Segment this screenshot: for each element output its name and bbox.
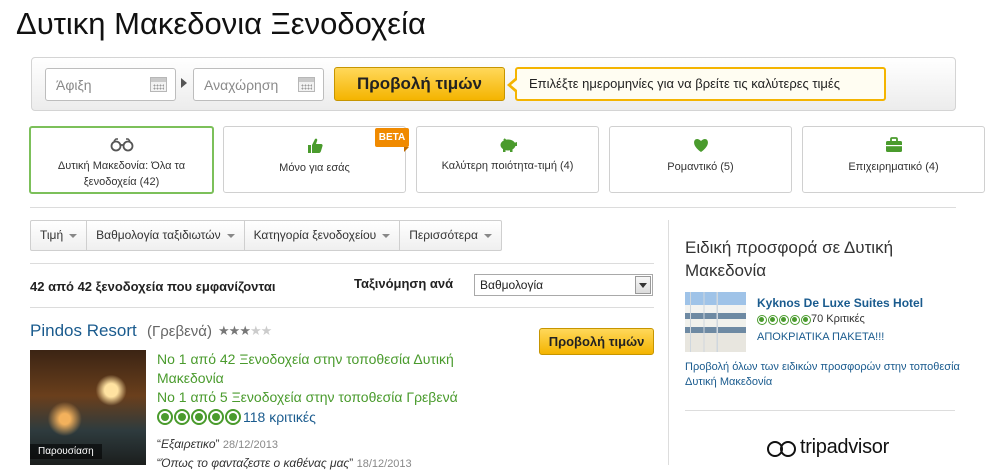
- owl-icon: [767, 439, 796, 457]
- filter-more[interactable]: Περισσότερα: [400, 221, 501, 250]
- tab-label: Επιχειρηματικό (4): [848, 161, 939, 173]
- rating-bubble-icon: [790, 315, 800, 325]
- sort-select[interactable]: Βαθμολογία: [474, 274, 653, 296]
- piggy-bank-icon: [500, 138, 517, 152]
- rating-bubble-icon: [801, 315, 811, 325]
- checkout-input[interactable]: Αναχώρηση: [193, 68, 324, 101]
- tab-label: Ρομαντικό (5): [667, 161, 734, 173]
- rating-bubble-icon: [157, 409, 173, 425]
- tab-romantic[interactable]: Ρομαντικό (5): [609, 126, 792, 193]
- review-date: 28/12/2013: [222, 439, 278, 451]
- sidebar-rating-bubbles: [757, 315, 811, 325]
- star-icon: ★: [249, 323, 262, 338]
- binoculars-icon: [110, 138, 133, 152]
- hotel-name-link[interactable]: Pindos Resort: [30, 321, 137, 341]
- hotel-photo[interactable]: Παρουσίαση: [30, 350, 146, 465]
- sidebar-reviews[interactable]: 70 Κριτικές: [811, 313, 865, 325]
- tab-best-value[interactable]: Καλύτερη ποιότητα-τιμή (4): [416, 126, 599, 193]
- filter-label: Βαθμολογία ταξιδιωτών: [96, 228, 221, 242]
- hotel-location: (Γρεβενά): [147, 323, 212, 340]
- hotel-stars: ★★★★★: [218, 323, 273, 339]
- logo-text: tripadvisor: [800, 436, 889, 458]
- tab-label: Δυτική Μακεδονία: Όλα τα ξενοδοχεία (42): [57, 160, 186, 188]
- divider: [30, 307, 654, 308]
- sidebar-title: Ειδική προσφορά σε Δυτική Μακεδονία: [685, 238, 894, 280]
- briefcase-icon: [885, 137, 902, 152]
- chevron-down-icon: [69, 233, 78, 238]
- rating-bubble-icon: [225, 409, 241, 425]
- hotel-view-prices-button[interactable]: Προβολή τιμών: [539, 328, 654, 355]
- heart-icon: [693, 139, 708, 152]
- chevron-down-icon: [483, 233, 492, 238]
- beta-badge: BETA: [375, 128, 409, 152]
- rating-bubble-icon: [779, 315, 789, 325]
- divider: [30, 207, 956, 208]
- arrow-right-icon: [181, 78, 187, 88]
- review-date: 18/12/2013: [356, 458, 412, 470]
- sort-label: Ταξινόμηση ανά: [354, 276, 454, 291]
- divider: [30, 263, 654, 264]
- sidebar-divider: [668, 220, 669, 465]
- sidebar-hotel-link[interactable]: Kyknos De Luxe Suites Hotel: [757, 296, 923, 310]
- filter-traveler-rating[interactable]: Βαθμολογία ταξιδιωτών: [87, 221, 245, 250]
- checkin-placeholder: Άφιξη: [56, 77, 92, 93]
- filter-price[interactable]: Τιμή: [31, 221, 88, 250]
- chevron-down-icon: [226, 233, 235, 238]
- filter-label: Περισσότερα: [409, 228, 478, 242]
- results-count: 42 από 42 ξενοδοχεία που εμφανίζονται: [30, 279, 276, 294]
- tab-business[interactable]: Επιχειρηματικό (4): [802, 126, 985, 193]
- sidebar-offer-link[interactable]: ΑΠΟΚΡΙΑΤΙΚΑ ΠΑΚΕΤΑ!!!: [757, 331, 884, 343]
- review-snippet[interactable]: “Όπως το φανταζεστε ο καθένας μας” 18/12…: [157, 456, 412, 470]
- star-icon: ★: [218, 323, 230, 338]
- rating-bubble-icon: [191, 409, 207, 425]
- calendar-icon[interactable]: [150, 77, 167, 92]
- tab-label: Μόνο για εσάς: [279, 162, 350, 174]
- rank-line[interactable]: Μακεδονία: [157, 369, 224, 388]
- rank-line[interactable]: Νο 1 από 42 Ξενοδοχεία στην τοποθεσία Δυ…: [157, 350, 454, 369]
- rating-bubbles: [157, 409, 241, 425]
- filter-label: Κατηγορία ξενοδοχείου: [253, 228, 377, 242]
- review-text: Όπως το φανταζεστε ο καθένας μας: [161, 456, 350, 470]
- chevron-down-icon: [382, 233, 391, 238]
- review-count-link[interactable]: 118 κριτικές: [243, 409, 316, 425]
- tripadvisor-logo: tripadvisor: [767, 436, 889, 459]
- filter-bar: Τιμή Βαθμολογία ταξιδιωτών Κατηγορία ξεν…: [30, 220, 502, 251]
- sidebar-all-offers-link[interactable]: Προβολή όλων των ειδικών προσφορών στην …: [685, 360, 985, 390]
- sidebar-hotel-photo[interactable]: [685, 292, 746, 352]
- star-icon: ★: [239, 323, 251, 338]
- divider: [685, 410, 955, 411]
- rating-bubble-icon: [208, 409, 224, 425]
- star-icon: ★: [260, 323, 273, 338]
- rating-bubble-icon: [174, 409, 190, 425]
- view-prices-button[interactable]: Προβολή τιμών: [334, 67, 505, 101]
- thumbs-up-icon: [307, 138, 323, 153]
- review-snippet[interactable]: “Εξαιρετικο” 28/12/2013: [157, 437, 278, 451]
- review-text: Εξαιρετικο: [161, 437, 216, 451]
- calendar-icon[interactable]: [298, 77, 315, 92]
- rating-bubble-icon: [768, 315, 778, 325]
- checkin-input[interactable]: Άφιξη: [45, 68, 176, 101]
- filter-hotel-class[interactable]: Κατηγορία ξενοδοχείου: [245, 221, 401, 250]
- filter-label: Τιμή: [40, 228, 64, 242]
- date-hint: Επιλέξτε ημερομηνίες για να βρείτε τις κ…: [507, 67, 886, 101]
- tab-label: Καλύτερη ποιότητα-τιμή (4): [441, 160, 574, 172]
- page-title: Δυτικη Μακεδονια Ξενοδοχεία: [16, 6, 426, 41]
- photo-label: Παρουσίαση: [30, 444, 102, 459]
- rank-line[interactable]: Νο 1 από 5 Ξενοδοχεία στην τοποθεσία Γρε…: [157, 388, 458, 407]
- rating-bubble-icon: [757, 315, 767, 325]
- tab-all-hotels[interactable]: Δυτική Μακεδονία: Όλα τα ξενοδοχεία (42): [29, 126, 214, 194]
- sort-value: Βαθμολογία: [480, 278, 544, 292]
- chevron-down-icon[interactable]: [635, 276, 651, 294]
- star-icon: ★: [228, 323, 241, 338]
- checkout-placeholder: Αναχώρηση: [204, 77, 279, 93]
